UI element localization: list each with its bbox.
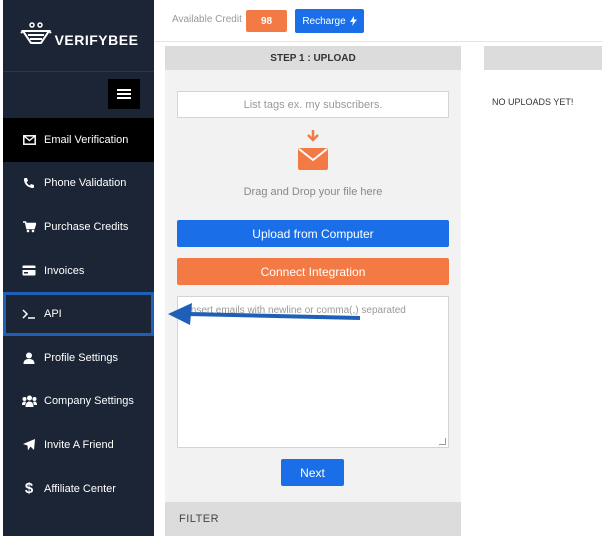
sidebar-item-label: Email Verification	[44, 133, 129, 146]
sidebar-item-label: Invite A Friend	[44, 438, 114, 451]
tags-input[interactable]: List tags ex. my subscribers.	[177, 91, 449, 118]
drag-drop-text: Drag and Drop your file here	[243, 186, 383, 198]
upload-from-computer-button[interactable]: Upload from Computer	[177, 220, 449, 247]
dollar-icon: $	[24, 480, 34, 498]
phone-icon	[21, 176, 37, 190]
menu-toggle-button[interactable]	[108, 79, 140, 109]
connect-integration-button[interactable]: Connect Integration	[177, 258, 449, 285]
recharge-button[interactable]: Recharge	[295, 9, 364, 33]
credit-count-badge: 98	[246, 10, 287, 32]
sidebar: VERIFYBEE Email Verification Phone Valid…	[3, 0, 154, 536]
sidebar-item-phone-validation[interactable]: Phone Validation	[3, 162, 154, 206]
sidebar-item-company-settings[interactable]: Company Settings	[3, 380, 154, 424]
credit-card-icon	[21, 264, 37, 278]
paper-plane-icon	[21, 438, 37, 452]
sidebar-item-label: Invoices	[44, 264, 85, 277]
sidebar-item-api[interactable]: API	[3, 292, 154, 336]
sidebar-item-label: Company Settings	[44, 395, 134, 408]
uploads-panel-header	[484, 46, 602, 70]
envelope-icon	[21, 133, 37, 147]
sidebar-item-invoices[interactable]: Invoices	[3, 249, 154, 293]
user-icon	[21, 351, 37, 365]
bolt-icon	[349, 16, 357, 26]
sidebar-nav: Email Verification Phone Validation Purc…	[3, 118, 154, 510]
sidebar-item-label: Profile Settings	[44, 351, 118, 364]
next-button[interactable]: Next	[281, 459, 344, 486]
sidebar-item-label: Phone Validation	[44, 177, 127, 190]
emails-textarea[interactable]: Insert emails with newline or comma(,) s…	[177, 296, 449, 448]
sidebar-item-label: Affiliate Center	[44, 482, 116, 495]
sidebar-item-affiliate-center[interactable]: $ Affiliate Center	[3, 467, 154, 511]
sidebar-item-invite-a-friend[interactable]: Invite A Friend	[3, 423, 154, 467]
emails-placeholder: Insert emails with newline or comma(,) s…	[188, 305, 406, 316]
sidebar-item-email-verification[interactable]: Email Verification	[3, 118, 154, 162]
sidebar-item-label: API	[44, 308, 62, 321]
bee-logo-icon	[19, 21, 52, 44]
resize-handle-icon[interactable]	[439, 438, 446, 445]
upload-panel: STEP 1 : UPLOAD List tags ex. my subscri…	[165, 46, 461, 536]
hamburger-icon	[117, 93, 131, 95]
upload-step-header: STEP 1 : UPLOAD	[165, 46, 461, 70]
filter-section-header[interactable]: FILTER	[165, 502, 461, 536]
logo[interactable]: VERIFYBEE	[3, 0, 154, 72]
brand-name: VERIFYBEE	[54, 31, 139, 48]
users-icon	[21, 394, 37, 408]
no-uploads-message: NO UPLOADS YET!	[492, 97, 574, 107]
cart-icon	[21, 220, 37, 234]
terminal-icon	[21, 307, 37, 321]
recharge-label: Recharge	[302, 15, 346, 27]
sidebar-item-label: Purchase Credits	[44, 220, 129, 233]
sidebar-item-purchase-credits[interactable]: Purchase Credits	[3, 205, 154, 249]
topbar: Available Credit 98 Recharge	[154, 0, 602, 42]
sidebar-item-profile-settings[interactable]: Profile Settings	[3, 336, 154, 380]
available-credit-label: Available Credit	[172, 14, 242, 25]
uploads-list-panel: NO UPLOADS YET!	[484, 46, 602, 536]
upload-envelope-icon[interactable]	[297, 130, 329, 172]
